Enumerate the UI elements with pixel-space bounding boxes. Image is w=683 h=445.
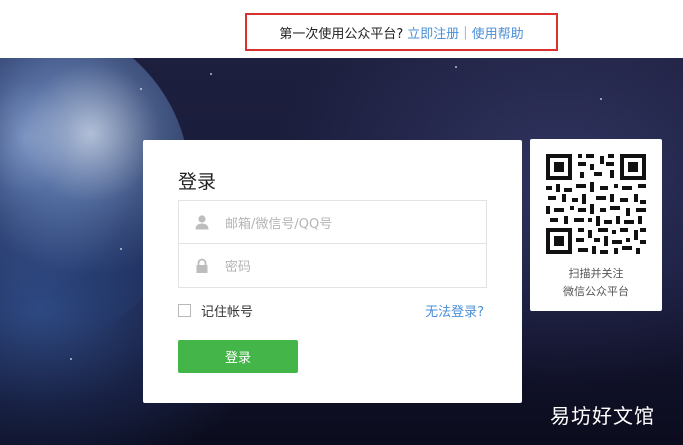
password-placeholder: 密码: [225, 260, 252, 275]
login-button[interactable]: 登录: [178, 340, 298, 373]
remember-label: 记住帐号: [201, 305, 254, 320]
register-link[interactable]: 立即注册: [407, 23, 459, 42]
qr-code: [544, 152, 648, 256]
register-prompt-box: 第一次使用公众平台? 立即注册 | 使用帮助: [245, 13, 558, 51]
hero-background: 登录 邮箱/微信号/QQ号 密码 记住帐号 无法登录? 登录 扫描并关注 微信公…: [0, 58, 683, 445]
login-card: 登录 邮箱/微信号/QQ号 密码 记住帐号 无法登录? 登录: [143, 140, 522, 403]
link-separator: |: [463, 24, 468, 40]
remember-account[interactable]: 记住帐号: [178, 301, 253, 320]
register-prompt-text: 第一次使用公众平台?: [279, 26, 404, 42]
top-bar: 第一次使用公众平台? 立即注册 | 使用帮助: [0, 0, 683, 58]
qr-caption-line2: 微信公众平台: [563, 285, 629, 298]
login-title: 登录: [178, 171, 217, 193]
password-field[interactable]: 密码: [178, 244, 487, 288]
cant-login-link[interactable]: 无法登录?: [425, 301, 484, 320]
user-icon: [179, 201, 225, 243]
username-field[interactable]: 邮箱/微信号/QQ号: [178, 200, 487, 244]
login-page: 第一次使用公众平台? 立即注册 | 使用帮助 登录 邮箱/微信号/QQ号 密码 …: [0, 0, 683, 445]
lock-icon: [179, 244, 225, 287]
help-link[interactable]: 使用帮助: [472, 23, 524, 42]
qr-caption-line1: 扫描并关注: [568, 267, 624, 280]
watermark-text: 易坊好文馆: [550, 404, 655, 428]
qr-card: 扫描并关注 微信公众平台: [530, 139, 662, 311]
username-placeholder: 邮箱/微信号/QQ号: [225, 216, 333, 232]
remember-checkbox[interactable]: [178, 304, 191, 317]
